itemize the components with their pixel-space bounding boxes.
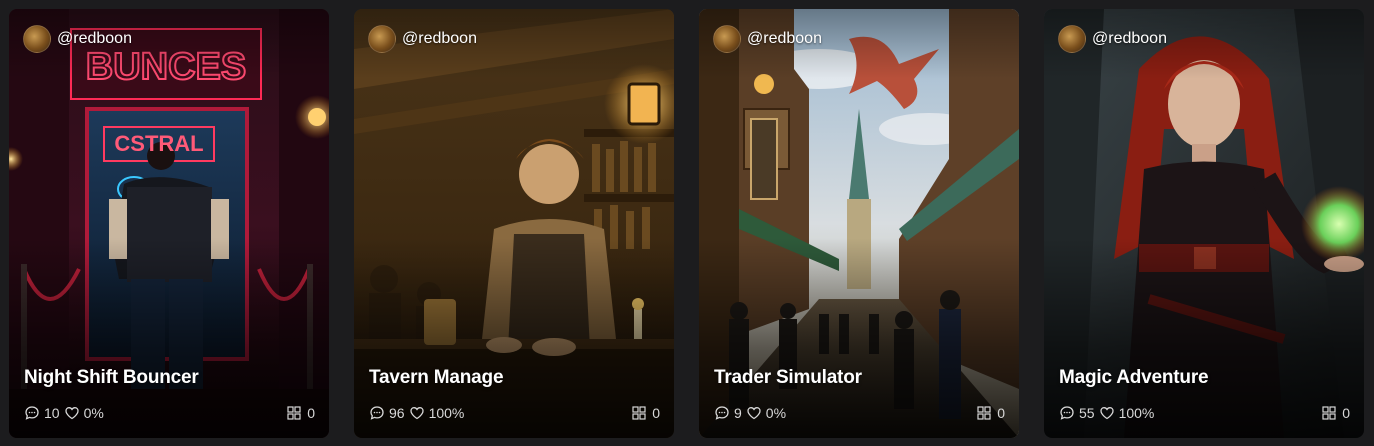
comment-bubble-icon xyxy=(1060,406,1074,420)
comment-count: 10 xyxy=(44,405,60,421)
card-title: Magic Adventure xyxy=(1059,367,1209,388)
grid-icon xyxy=(632,406,646,420)
like-percentage: 0% xyxy=(83,405,104,421)
card-forks: 0 xyxy=(1322,405,1350,421)
story-card-trader-simulator[interactable]: @redboon Trader Simulator 9 0% 0 xyxy=(699,9,1019,438)
fork-count: 0 xyxy=(652,405,660,421)
fork-count: 0 xyxy=(1342,405,1350,421)
card-stats: 96 100% xyxy=(369,405,464,421)
author-tag[interactable]: @redboon xyxy=(23,25,132,53)
story-card-night-shift-bouncer[interactable]: BUNCES CSTRAL @redboon Night Shift Bounc… xyxy=(9,9,329,438)
card-forks: 0 xyxy=(287,405,315,421)
author-handle[interactable]: @redboon xyxy=(1092,30,1167,48)
story-card-tavern-manage[interactable]: @redboon Tavern Manage 96 100% 0 xyxy=(354,9,674,438)
grid-icon xyxy=(977,406,991,420)
card-forks: 0 xyxy=(632,405,660,421)
author-handle[interactable]: @redboon xyxy=(747,30,822,48)
heart-icon[interactable] xyxy=(1099,405,1115,421)
avatar[interactable] xyxy=(713,25,741,53)
heart-icon[interactable] xyxy=(64,405,80,421)
author-tag[interactable]: @redboon xyxy=(713,25,822,53)
comment-bubble-icon xyxy=(25,406,39,420)
heart-icon[interactable] xyxy=(746,405,762,421)
card-title: Tavern Manage xyxy=(369,367,504,388)
comment-count: 9 xyxy=(734,405,742,421)
like-percentage: 100% xyxy=(1118,405,1155,421)
story-card-magic-adventure[interactable]: @redboon Magic Adventure 55 100% 0 xyxy=(1044,9,1364,438)
grid-icon xyxy=(287,406,301,420)
avatar[interactable] xyxy=(368,25,396,53)
author-handle[interactable]: @redboon xyxy=(57,30,132,48)
avatar[interactable] xyxy=(23,25,51,53)
card-stats: 55 100% xyxy=(1059,405,1154,421)
author-tag[interactable]: @redboon xyxy=(1058,25,1167,53)
card-title: Night Shift Bouncer xyxy=(24,367,199,388)
neon-sign-secondary: CSTRAL xyxy=(114,131,203,156)
author-tag[interactable]: @redboon xyxy=(368,25,477,53)
card-stats: 10 0% xyxy=(24,405,104,421)
card-forks: 0 xyxy=(977,405,1005,421)
comment-bubble-icon xyxy=(715,406,729,420)
story-card-grid: BUNCES CSTRAL @redboon Night Shift Bounc… xyxy=(0,0,1374,446)
comment-bubble-icon xyxy=(370,406,384,420)
card-title: Trader Simulator xyxy=(714,367,862,388)
comment-count: 96 xyxy=(389,405,405,421)
fork-count: 0 xyxy=(997,405,1005,421)
avatar[interactable] xyxy=(1058,25,1086,53)
like-percentage: 100% xyxy=(428,405,465,421)
grid-icon xyxy=(1322,406,1336,420)
like-percentage: 0% xyxy=(765,405,787,421)
heart-icon[interactable] xyxy=(409,405,425,421)
author-handle[interactable]: @redboon xyxy=(402,30,477,48)
card-stats: 9 0% xyxy=(714,405,786,421)
fork-count: 0 xyxy=(307,405,315,421)
comment-count: 55 xyxy=(1079,405,1095,421)
